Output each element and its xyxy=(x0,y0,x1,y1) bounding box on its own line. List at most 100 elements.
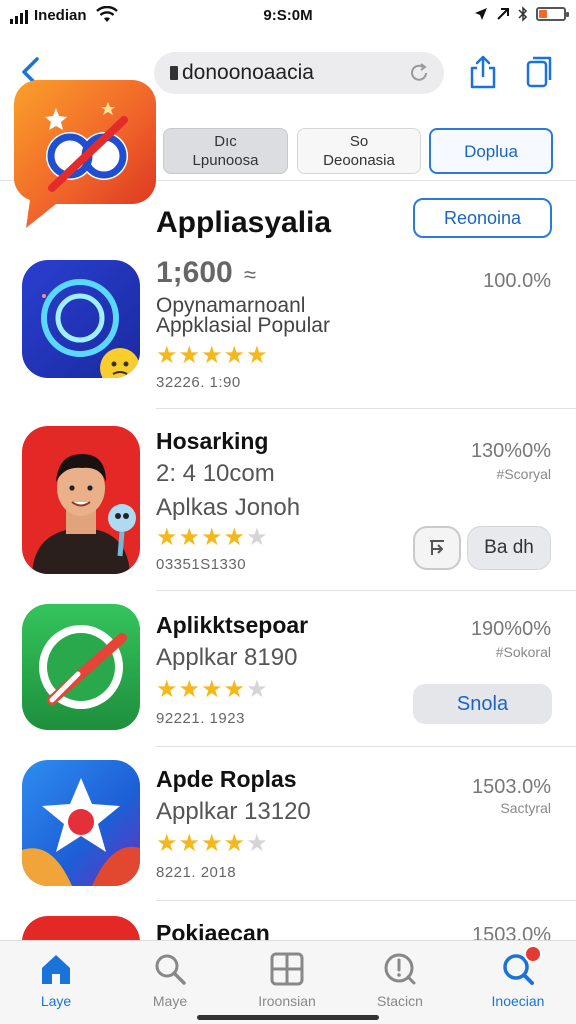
star-icon: ★ xyxy=(201,676,223,703)
star-icon: ★ xyxy=(156,342,178,369)
reload-icon[interactable] xyxy=(408,62,430,84)
segment-tab-1[interactable]: Dıc Lpunoosa xyxy=(163,128,288,174)
app-3-subtitle: Applkar 8190 xyxy=(156,644,298,671)
location-icon xyxy=(475,8,487,20)
star-icon: ★ xyxy=(223,342,246,369)
app-4-subtitle: Applkar 13120 xyxy=(156,798,311,825)
star-icon: ★ xyxy=(223,676,246,703)
app-5-percent: 1503.0% xyxy=(472,924,551,940)
home-indicator xyxy=(197,1015,379,1020)
star-icon: ★ xyxy=(156,830,178,857)
app-2-percent: 130%0% xyxy=(470,440,551,462)
edit-icon xyxy=(430,540,444,555)
app-2-subtitle: 2: 4 10com xyxy=(156,460,275,487)
notification-icon xyxy=(500,945,542,987)
segment-tab-1-line1: Dıc xyxy=(214,133,237,150)
app-3-title: Aplikktsepoar xyxy=(156,612,309,638)
tabs-icon[interactable] xyxy=(522,54,556,90)
app-1-title-suffix: ≈ xyxy=(244,262,257,287)
app-1-category: Appklasial Popular xyxy=(156,314,330,337)
tab-inoecian[interactable]: Inoecian xyxy=(468,945,568,1009)
app-3-percent: 190%0% xyxy=(470,618,551,640)
grid-icon xyxy=(270,952,304,986)
star-icon: ★ xyxy=(246,830,268,857)
app-2-category: Aplkas Jonoh xyxy=(156,494,301,521)
app-row-1[interactable]: 1;600 ≈ Opynamarnoanl Appklasial Popular… xyxy=(0,250,576,408)
app-2-action-button[interactable]: Ba dh xyxy=(467,526,551,570)
app-2-rating: ★ ★ ★ ★ ★ xyxy=(156,526,268,550)
star-icon: ★ xyxy=(223,524,246,551)
star-app-icon xyxy=(22,760,140,886)
app-1-title: 1;600 xyxy=(156,256,233,289)
app-1-meta: 32226. 1:90 xyxy=(156,374,241,391)
star-icon: ★ xyxy=(201,342,223,369)
battery-icon xyxy=(536,7,569,21)
app-row-2[interactable]: Hosarking 2: 4 10com Aplkas Jonoh ★ ★ ★ ★ ★ … xyxy=(0,410,576,590)
star-icon: ★ xyxy=(223,830,246,857)
app-2-title: Hosarking xyxy=(156,428,269,454)
app-3-meta: 92221. 1923 xyxy=(156,710,245,727)
tab-laye[interactable]: Laye xyxy=(6,951,106,1009)
row-divider xyxy=(156,590,576,591)
compass-app-icon xyxy=(22,604,140,730)
app-4-rating: ★ ★ ★ ★ ★ xyxy=(156,832,268,856)
section-action-button[interactable]: Reonoina xyxy=(413,198,552,238)
battery-level xyxy=(539,10,548,18)
app-row-3[interactable]: Aplikktsepoar Applkar 8190 ★ ★ ★ ★ ★ 92221. … xyxy=(0,592,576,744)
tab-laye-label: Laye xyxy=(40,993,72,1009)
tab-stacicn-label: Stacicn xyxy=(377,993,423,1009)
segment-tab-2-line2: Deoonasia xyxy=(323,152,395,169)
segment-tab-2[interactable]: So Deoonasia xyxy=(297,128,421,174)
app-row-4[interactable]: Apde Roplas Applkar 13120 ★ ★ ★ ★ ★ 8221. 20… xyxy=(0,748,576,900)
notification-badge xyxy=(524,945,542,963)
section-title: Appliasyalia xyxy=(156,206,332,239)
star-icon: ★ xyxy=(178,342,201,369)
row-divider xyxy=(156,408,576,409)
segment-tab-1-line2: Lpunoosa xyxy=(192,152,259,169)
star-icon: ★ xyxy=(201,524,223,551)
segment-tab-3[interactable]: Doplua xyxy=(429,128,553,174)
app-row-5[interactable]: Pokiaecan 1503.0% xyxy=(0,902,576,940)
app-2-icon-button[interactable] xyxy=(413,526,461,570)
star-icon: ★ xyxy=(246,676,268,703)
ring-app-icon xyxy=(22,260,140,378)
star-icon: ★ xyxy=(178,524,201,551)
app-5-title: Pokiaecan xyxy=(156,920,270,940)
app-1-rating: ★ ★ ★ ★ ★ xyxy=(156,344,268,368)
app-4-meta: 8221. 2018 xyxy=(156,864,237,881)
star-icon: ★ xyxy=(201,830,223,857)
app-4-sub: Sactyral xyxy=(500,800,551,816)
app-5-icon xyxy=(22,916,140,940)
app-4-percent: 1503.0% xyxy=(472,776,551,798)
tab-bar: Laye Maye Iroonsian Stacicn Inoecian xyxy=(0,940,576,1024)
app-3-sub: #Sokoral xyxy=(495,644,551,660)
app-2-meta: 03351S1330 xyxy=(156,556,247,573)
tab-stacicn[interactable]: Stacicn xyxy=(350,951,450,1009)
portrait-app-icon xyxy=(22,426,140,574)
tab-inoecian-label: Inoecian xyxy=(491,993,545,1009)
share-icon[interactable] xyxy=(466,54,500,90)
app-2-sub: #Scoryal xyxy=(496,466,551,482)
row-divider xyxy=(156,900,576,901)
star-icon: ★ xyxy=(156,676,178,703)
home-icon xyxy=(42,955,70,984)
tab-maye-label: Maye xyxy=(152,993,188,1009)
star-icon: ★ xyxy=(178,676,201,703)
tab-maye[interactable]: Maye xyxy=(120,951,220,1009)
arrow-icon xyxy=(497,8,509,20)
star-icon: ★ xyxy=(246,342,268,369)
alert-icon xyxy=(384,953,416,985)
search-icon xyxy=(155,954,186,985)
star-icon: ★ xyxy=(156,524,178,551)
tab-iroonsian-label: Iroonsian xyxy=(258,993,316,1009)
row-divider xyxy=(156,746,576,747)
tab-iroonsian[interactable]: Iroonsian xyxy=(237,951,337,1009)
search-field[interactable]: donoonoaacia xyxy=(154,52,444,94)
lock-icon xyxy=(170,66,178,80)
app-3-rating: ★ ★ ★ ★ ★ xyxy=(156,678,268,702)
app-3-action-button[interactable]: Snola xyxy=(413,684,552,724)
app-logo-icon xyxy=(14,80,156,228)
app-4-title: Apde Roplas xyxy=(156,766,297,792)
app-1-percent: 100.0% xyxy=(483,270,551,292)
status-bar: Inedian 9:S:0M xyxy=(0,0,576,34)
